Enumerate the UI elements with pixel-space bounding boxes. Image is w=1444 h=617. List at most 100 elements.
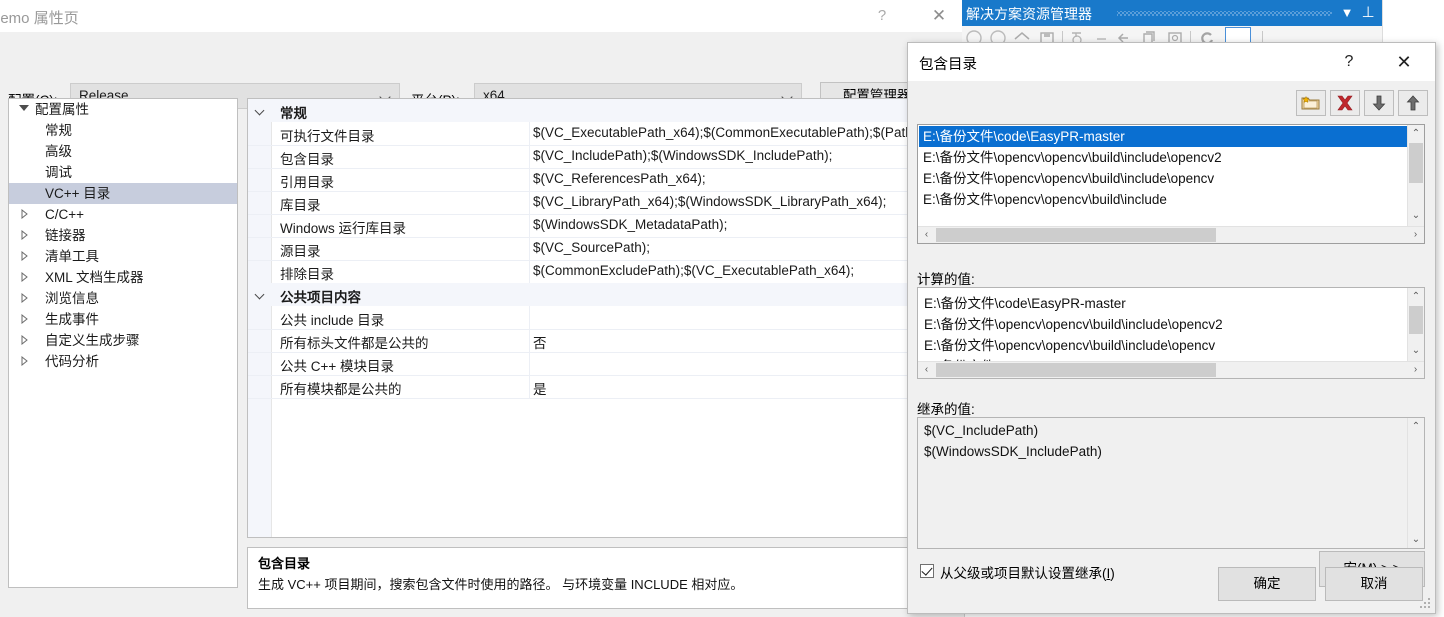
- grid-row-value[interactable]: $(VC_ReferencesPath_x64);: [533, 171, 933, 186]
- pin-icon[interactable]: ⊥: [1358, 0, 1378, 26]
- grid-column-separator: [529, 306, 530, 329]
- tree-item-label: 配置属性: [35, 102, 89, 117]
- grid-row-value[interactable]: $(VC_SourcePath);: [533, 240, 933, 255]
- help-button[interactable]: ?: [866, 4, 898, 28]
- tree-item-1[interactable]: 常规: [9, 120, 237, 141]
- checkbox-box[interactable]: [920, 564, 934, 578]
- grid-column-separator: [529, 214, 530, 237]
- grid-property-row[interactable]: 引用目录 $(VC_ReferencesPath_x64);: [248, 168, 946, 192]
- grid-property-row[interactable]: 排除目录 $(CommonExcludePath);$(VC_Executable…: [248, 260, 946, 284]
- tree-item-0[interactable]: 配置属性: [9, 99, 237, 120]
- delete-button[interactable]: [1330, 90, 1360, 116]
- listbox-vertical-scrollbar[interactable]: ⌃ ⌄: [1407, 125, 1424, 226]
- vertical-scroll-thumb[interactable]: [1409, 306, 1423, 334]
- grid-property-row[interactable]: 公共 C++ 模块目录: [248, 352, 946, 376]
- move-down-button[interactable]: [1364, 90, 1394, 116]
- tree-expander-collapsed-icon[interactable]: [21, 230, 28, 240]
- resize-grip[interactable]: [1419, 597, 1432, 610]
- grid-category-row[interactable]: 公共项目内容: [248, 283, 946, 306]
- evaluated-horizontal-scrollbar[interactable]: ‹ ›: [918, 361, 1424, 378]
- evaluated-vertical-scrollbar[interactable]: ⌃ ⌄: [1407, 288, 1424, 361]
- list-item[interactable]: E:\备份文件\opencv\opencv\build\include\open…: [919, 147, 1222, 168]
- tree-expander-collapsed-icon[interactable]: [21, 209, 28, 219]
- listbox-horizontal-scrollbar[interactable]: ‹ ›: [918, 226, 1424, 243]
- tree-expander-collapsed-icon[interactable]: [21, 272, 28, 282]
- tree-item-label: 生成事件: [45, 312, 99, 327]
- grid-column-separator: [529, 191, 530, 214]
- close-button[interactable]: ✕: [922, 3, 956, 29]
- tree-expander-collapsed-icon[interactable]: [21, 314, 28, 324]
- grid-row-value[interactable]: 否: [533, 332, 933, 352]
- grid-row-value[interactable]: $(VC_LibraryPath_x64);$(WindowsSDK_Libra…: [533, 194, 933, 209]
- grid-row-value[interactable]: $(WindowsSDK_MetadataPath);: [533, 217, 933, 232]
- grid-property-row[interactable]: 可执行文件目录 $(VC_ExecutablePath_x64);$(Common…: [248, 122, 946, 146]
- scroll-down-arrow[interactable]: ⌄: [1408, 342, 1424, 359]
- tree-item-6[interactable]: 链接器: [9, 225, 237, 246]
- tree-item-12[interactable]: 代码分析: [9, 351, 237, 372]
- grid-property-row[interactable]: 公共 include 目录: [248, 306, 946, 330]
- grid-property-row[interactable]: 源目录 $(VC_SourcePath);: [248, 237, 946, 261]
- tree-item-4[interactable]: VC++ 目录: [9, 183, 237, 204]
- list-item[interactable]: E:\备份文件\code\EasyPR-master: [919, 126, 1411, 147]
- tree-item-label: XML 文档生成器: [45, 270, 144, 285]
- dialog-help-button[interactable]: ?: [1333, 49, 1365, 75]
- tree-item-3[interactable]: 调试: [9, 162, 237, 183]
- scroll-down-arrow[interactable]: ⌄: [1408, 531, 1424, 548]
- tree-item-9[interactable]: 浏览信息: [9, 288, 237, 309]
- dialog-close-button[interactable]: ✕: [1386, 48, 1422, 76]
- new-folder-button[interactable]: [1296, 90, 1326, 116]
- tree-item-11[interactable]: 自定义生成步骤: [9, 330, 237, 351]
- scroll-left-arrow[interactable]: ‹: [918, 362, 935, 378]
- tree-expander-collapsed-icon[interactable]: [21, 335, 28, 345]
- tree-expander-expanded-icon[interactable]: [19, 105, 29, 111]
- configuration-tree[interactable]: 配置属性常规 高级 调试 VC++ 目录 C/C++ 链接器清单工具 XML 文档生成器浏览…: [8, 98, 238, 588]
- inherit-label-post: ): [1110, 566, 1115, 581]
- tree-item-2[interactable]: 高级: [9, 141, 237, 162]
- grid-row-label: 所有模块都是公共的: [280, 382, 402, 397]
- tree-item-label: 清单工具: [45, 249, 99, 264]
- directory-listbox[interactable]: E:\备份文件\code\EasyPR-master E:\备份文件\opencv…: [917, 124, 1425, 244]
- grid-property-row[interactable]: 库目录 $(VC_LibraryPath_x64);$(WindowsSDK_Li…: [248, 191, 946, 215]
- tree-item-5[interactable]: C/C++: [9, 204, 237, 225]
- tree-expander-collapsed-icon[interactable]: [21, 356, 28, 366]
- horizontal-scroll-thumb[interactable]: [936, 363, 1216, 377]
- grid-category-row[interactable]: 常规: [248, 99, 946, 122]
- tree-expander-collapsed-icon[interactable]: [21, 293, 28, 303]
- grid-row-value[interactable]: $(VC_IncludePath);$(WindowsSDK_IncludePa…: [533, 148, 933, 163]
- grid-property-row[interactable]: Windows 运行库目录 $(WindowsSDK_MetadataPath);: [248, 214, 946, 238]
- scroll-up-arrow[interactable]: ⌃: [1408, 288, 1424, 305]
- cancel-button[interactable]: 取消: [1325, 567, 1423, 601]
- scroll-right-arrow[interactable]: ›: [1407, 227, 1424, 243]
- evaluated-values-label: 计算的值:: [917, 272, 975, 287]
- grid-row-value[interactable]: $(CommonExcludePath);$(VC_ExecutablePath…: [533, 263, 933, 278]
- grid-property-row[interactable]: 所有标头文件都是公共的 否: [248, 329, 946, 353]
- tree-item-8[interactable]: XML 文档生成器: [9, 267, 237, 288]
- move-up-button[interactable]: [1398, 90, 1428, 116]
- grid-property-row[interactable]: 所有模块都是公共的 是: [248, 375, 946, 399]
- tree-expander-collapsed-icon[interactable]: [21, 251, 28, 261]
- property-grid[interactable]: 常规 可执行文件目录 $(VC_ExecutablePath_x64);$(Comm…: [247, 98, 947, 538]
- list-item[interactable]: E:\备份文件\opencv\opencv\build\include\open…: [919, 168, 1214, 189]
- inherited-vertical-scrollbar[interactable]: ⌃ ⌄: [1407, 418, 1424, 548]
- vertical-scroll-thumb[interactable]: [1409, 143, 1423, 183]
- grid-property-row[interactable]: 包含目录 $(VC_IncludePath);$(WindowsSDK_Inclu…: [248, 145, 946, 169]
- chevron-down-icon[interactable]: [255, 291, 266, 298]
- grid-column-separator: [529, 145, 530, 168]
- tree-item-10[interactable]: 生成事件: [9, 309, 237, 330]
- evaluated-value-line: E:\备份文件\opencv\opencv\build\include\open…: [924, 317, 1223, 332]
- ok-button[interactable]: 确定: [1218, 567, 1316, 601]
- horizontal-scroll-thumb[interactable]: [936, 228, 1216, 242]
- window-menu-dropdown-icon[interactable]: ▼: [1337, 0, 1357, 26]
- tree-item-7[interactable]: 清单工具: [9, 246, 237, 267]
- grid-row-value[interactable]: $(VC_ExecutablePath_x64);$(CommonExecuta…: [533, 125, 933, 140]
- inherited-values-box[interactable]: $(VC_IncludePath) $(WindowsSDK_IncludePat…: [917, 417, 1425, 549]
- chevron-down-icon[interactable]: [255, 107, 266, 114]
- scroll-up-arrow[interactable]: ⌃: [1408, 125, 1424, 142]
- evaluated-values-box[interactable]: E:\备份文件\code\EasyPR-master E:\备份文件\opencv…: [917, 287, 1425, 379]
- scroll-up-arrow[interactable]: ⌃: [1408, 418, 1424, 435]
- scroll-right-arrow[interactable]: ›: [1407, 362, 1424, 378]
- scroll-left-arrow[interactable]: ‹: [918, 227, 935, 243]
- scroll-down-arrow[interactable]: ⌄: [1408, 207, 1424, 224]
- grid-row-value[interactable]: 是: [533, 378, 933, 398]
- list-item[interactable]: E:\备份文件\opencv\opencv\build\include: [919, 189, 1167, 210]
